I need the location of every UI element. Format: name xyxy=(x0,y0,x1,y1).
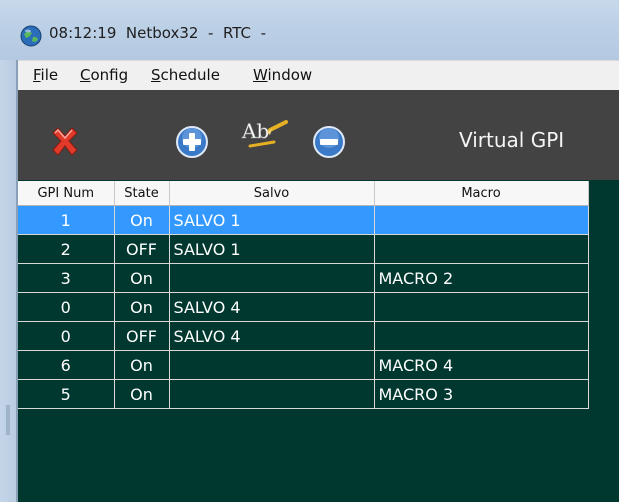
cell-macro xyxy=(374,205,589,235)
cell-macro: MACRO 4 xyxy=(374,350,589,380)
menu-bar: File Config Schedule Window xyxy=(18,60,619,91)
cell-gpi-num: 0 xyxy=(18,321,115,351)
menu-window-label: indow xyxy=(267,66,313,84)
add-icon[interactable] xyxy=(174,124,210,160)
cell-gpi-num: 5 xyxy=(18,379,115,409)
table-header-row: GPI Num State Salvo Macro xyxy=(18,181,589,206)
cell-salvo: SALVO 4 xyxy=(169,292,375,322)
col-header-gpi-num[interactable]: GPI Num xyxy=(18,181,115,206)
svg-text:Ab: Ab xyxy=(241,119,269,143)
cell-gpi-num: 6 xyxy=(18,350,115,380)
table-row[interactable]: 0 OFF SALVO 4 xyxy=(18,321,589,351)
toolbar-title: Virtual GPI xyxy=(459,128,565,152)
col-header-salvo[interactable]: Salvo xyxy=(169,181,375,206)
cell-gpi-num: 3 xyxy=(18,263,115,293)
cell-state: OFF xyxy=(114,234,170,264)
cell-salvo: SALVO 1 xyxy=(169,234,375,264)
menu-schedule-mnemonic: S xyxy=(151,66,161,84)
menu-config[interactable]: Config xyxy=(80,66,128,84)
menu-file[interactable]: File xyxy=(33,66,58,84)
window-left-border xyxy=(0,60,18,502)
cell-salvo: SALVO 4 xyxy=(169,321,375,351)
remove-icon[interactable] xyxy=(311,124,347,160)
menu-window[interactable]: Window xyxy=(253,66,312,84)
table-row[interactable]: 5 On MACRO 3 xyxy=(18,379,589,409)
cell-salvo xyxy=(169,263,375,293)
menu-schedule[interactable]: Schedule xyxy=(151,66,220,84)
window-app-title: Netbox32 - RTC - xyxy=(125,24,266,42)
menu-config-label: onfig xyxy=(90,66,129,84)
window-time: 08:12:19 xyxy=(49,24,117,42)
cell-state: On xyxy=(114,350,170,380)
table-row[interactable]: 0 On SALVO 4 xyxy=(18,292,589,322)
cell-state: OFF xyxy=(114,321,170,351)
menu-file-mnemonic: F xyxy=(33,66,41,84)
menu-config-mnemonic: C xyxy=(80,66,91,84)
cell-salvo: SALVO 1 xyxy=(169,205,375,235)
menu-schedule-label: chedule xyxy=(160,66,220,84)
cell-state: On xyxy=(114,379,170,409)
cell-gpi-num: 1 xyxy=(18,205,115,235)
table-row[interactable]: 1 On SALVO 1 xyxy=(18,205,589,235)
menu-window-mnemonic: W xyxy=(253,66,268,84)
cell-salvo xyxy=(169,379,375,409)
table-row[interactable]: 6 On MACRO 4 xyxy=(18,350,589,380)
app-globe-icon[interactable] xyxy=(20,25,42,47)
delete-icon[interactable] xyxy=(47,124,83,160)
cell-state: On xyxy=(114,205,170,235)
cell-state: On xyxy=(114,292,170,322)
cell-salvo xyxy=(169,350,375,380)
window-titlebar: 08:12:19 Netbox32 - RTC - xyxy=(0,0,619,60)
cell-gpi-num: 2 xyxy=(18,234,115,264)
col-header-state[interactable]: State xyxy=(114,181,170,206)
table-row[interactable]: 3 On MACRO 2 xyxy=(18,263,589,293)
menu-file-label: ile xyxy=(40,66,59,84)
table-row[interactable]: 2 OFF SALVO 1 xyxy=(18,234,589,264)
cell-macro: MACRO 3 xyxy=(374,379,589,409)
cell-macro: MACRO 2 xyxy=(374,263,589,293)
cell-gpi-num: 0 xyxy=(18,292,115,322)
cell-state: On xyxy=(114,263,170,293)
gpi-table: GPI Num State Salvo Macro 1 On SALVO 1 2… xyxy=(18,181,589,409)
cell-macro xyxy=(374,321,589,351)
cell-macro xyxy=(374,292,589,322)
rename-icon[interactable]: Ab xyxy=(240,116,290,158)
window-title: 08:12:19 Netbox32 - RTC - xyxy=(49,24,266,42)
col-header-macro[interactable]: Macro xyxy=(374,181,589,206)
resize-grip[interactable] xyxy=(6,405,10,435)
cell-macro xyxy=(374,234,589,264)
